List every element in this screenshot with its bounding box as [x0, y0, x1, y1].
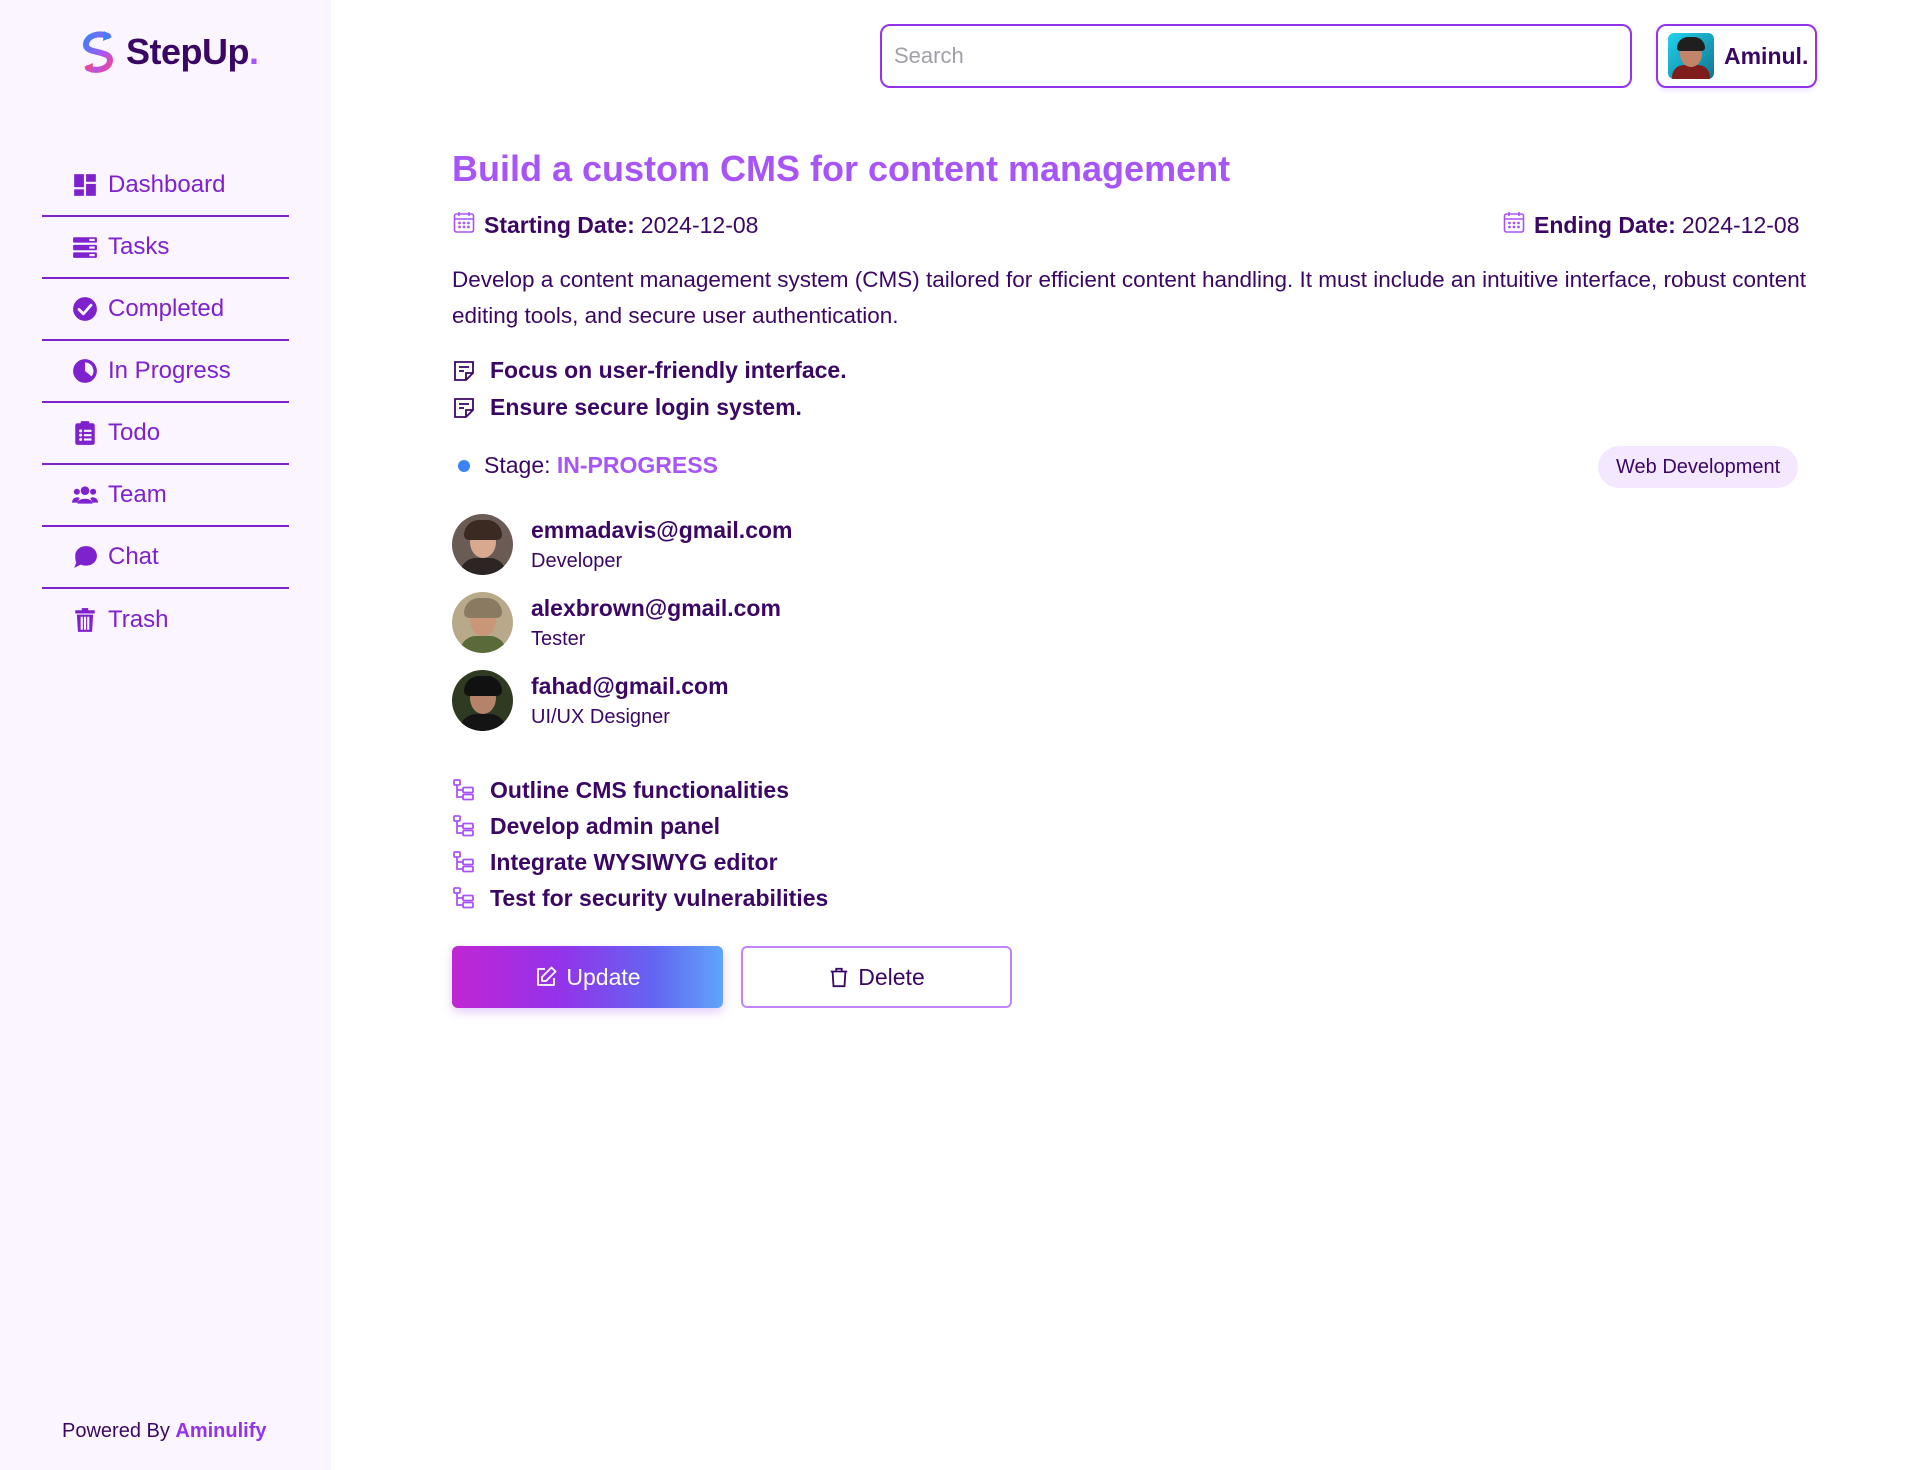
task-description: Develop a content management system (CMS… — [452, 267, 1807, 328]
user-name: Aminul. — [1724, 42, 1809, 69]
subtask-text: Outline CMS functionalities — [490, 776, 790, 803]
end-date: Ending Date: 2024-12-08 — [1502, 210, 1800, 240]
start-date-value: 2024-12-08 — [640, 211, 759, 238]
tasks-icon — [72, 234, 98, 260]
end-date-value: 2024-12-08 — [1681, 211, 1800, 238]
subtask-text: Test for security vulnerabilities — [490, 884, 829, 911]
member-item[interactable]: alexbrown@gmail.com Tester — [452, 592, 792, 653]
sidebar-item-trash[interactable]: Trash — [42, 589, 289, 651]
subtask-icon — [453, 815, 474, 837]
logo-text: StepUp — [126, 31, 250, 72]
sidebar-item-label: Dashboard — [108, 171, 226, 198]
sidebar: StepUp. Dashboard Tasks Completed In Pro… — [0, 0, 331, 1470]
stepup-logo-icon — [82, 31, 114, 73]
logo-dot: . — [249, 31, 260, 72]
start-date-label: Starting Date: — [484, 211, 635, 238]
subtask-text: Integrate WYSIWYG editor — [490, 848, 778, 875]
stage-dot-icon — [458, 459, 470, 472]
member-email: alexbrown@gmail.com — [531, 594, 781, 621]
task-title: Build a custom CMS for content managemen… — [452, 148, 1231, 189]
member-email: fahad@gmail.com — [531, 672, 729, 699]
subtask-item: Develop admin panel — [452, 808, 828, 844]
avatar — [452, 592, 513, 653]
member-role: UI/UX Designer — [531, 705, 670, 728]
sidebar-item-label: Trash — [108, 606, 169, 633]
member-role: Tester — [531, 627, 586, 650]
end-date-label: Ending Date: — [1534, 211, 1676, 238]
dashboard-icon — [72, 172, 98, 198]
sidebar-item-label: Team — [108, 481, 167, 508]
start-date: Starting Date: 2024-12-08 — [452, 210, 758, 240]
sidebar-item-label: Completed — [108, 295, 225, 322]
powered-prefix: Powered By — [62, 1420, 176, 1442]
powered-by: Powered By Aminulify — [62, 1420, 267, 1443]
powered-brand-link[interactable]: Aminulify — [175, 1420, 266, 1442]
chat-icon — [72, 544, 98, 570]
logo[interactable]: StepUp. — [78, 30, 259, 74]
sidebar-item-todo[interactable]: Todo — [42, 403, 289, 465]
stage-label: Stage: IN-PROGRESS — [484, 452, 718, 478]
sidebar-item-chat[interactable]: Chat — [42, 527, 289, 589]
calendar-icon — [452, 210, 476, 240]
subtask-item: Test for security vulnerabilities — [452, 880, 828, 916]
avatar — [1668, 33, 1714, 79]
progress-icon — [72, 358, 98, 384]
note-item: Focus on user-friendly interface. — [452, 352, 847, 389]
note-item: Ensure secure login system. — [452, 389, 847, 426]
sidebar-nav: Dashboard Tasks Completed In Progress To… — [42, 155, 289, 651]
team-members: emmadavis@gmail.com Developer alexbrown@… — [452, 514, 792, 748]
task-actions: Update Delete — [452, 946, 1012, 1008]
clipboard-list-icon — [72, 420, 98, 446]
category-badge: Web Development — [1598, 446, 1799, 488]
subtask-item: Outline CMS functionalities — [452, 772, 828, 808]
subtask-text: Develop admin panel — [490, 812, 721, 839]
trash-icon — [72, 607, 98, 633]
stage-value: IN-PROGRESS — [556, 452, 718, 478]
note-icon — [454, 360, 474, 381]
member-email: emmadavis@gmail.com — [531, 516, 793, 543]
avatar — [452, 670, 513, 731]
sidebar-item-label: In Progress — [108, 357, 231, 384]
note-text: Focus on user-friendly interface. — [490, 357, 847, 383]
users-icon — [72, 482, 98, 508]
calendar-icon — [1502, 210, 1526, 240]
note-text: Ensure secure login system. — [490, 394, 802, 420]
sidebar-item-label: Tasks — [108, 233, 170, 260]
subtask-icon — [453, 887, 474, 909]
edit-icon — [537, 966, 557, 986]
subtask-icon — [453, 779, 474, 801]
check-circle-icon — [72, 296, 98, 322]
sidebar-item-label: Chat — [108, 543, 159, 570]
trash-icon — [831, 967, 848, 988]
delete-label: Delete — [858, 963, 925, 990]
delete-button[interactable]: Delete — [741, 946, 1012, 1008]
search-input[interactable] — [880, 24, 1632, 88]
sidebar-item-tasks[interactable]: Tasks — [42, 217, 289, 279]
update-button[interactable]: Update — [452, 946, 723, 1008]
avatar — [452, 514, 513, 575]
subtask-item: Integrate WYSIWYG editor — [452, 844, 828, 880]
update-label: Update — [566, 963, 641, 990]
stage-indicator: Stage: IN-PROGRESS — [458, 452, 718, 479]
member-role: Developer — [531, 549, 623, 572]
member-item[interactable]: emmadavis@gmail.com Developer — [452, 514, 792, 575]
app-root: StepUp. Dashboard Tasks Completed In Pro… — [0, 0, 1920, 1470]
subtask-icon — [453, 851, 474, 873]
user-menu-button[interactable]: Aminul. — [1656, 24, 1817, 88]
member-item[interactable]: fahad@gmail.com UI/UX Designer — [452, 670, 792, 731]
sidebar-item-team[interactable]: Team — [42, 465, 289, 527]
task-notes: Focus on user-friendly interface. Ensure… — [452, 352, 847, 426]
note-icon — [454, 397, 474, 418]
sidebar-item-completed[interactable]: Completed — [42, 279, 289, 341]
sidebar-item-label: Todo — [108, 419, 161, 446]
subtask-list: Outline CMS functionalities Develop admi… — [452, 772, 828, 916]
sidebar-item-dashboard[interactable]: Dashboard — [42, 155, 289, 217]
sidebar-item-in-progress[interactable]: In Progress — [42, 341, 289, 403]
